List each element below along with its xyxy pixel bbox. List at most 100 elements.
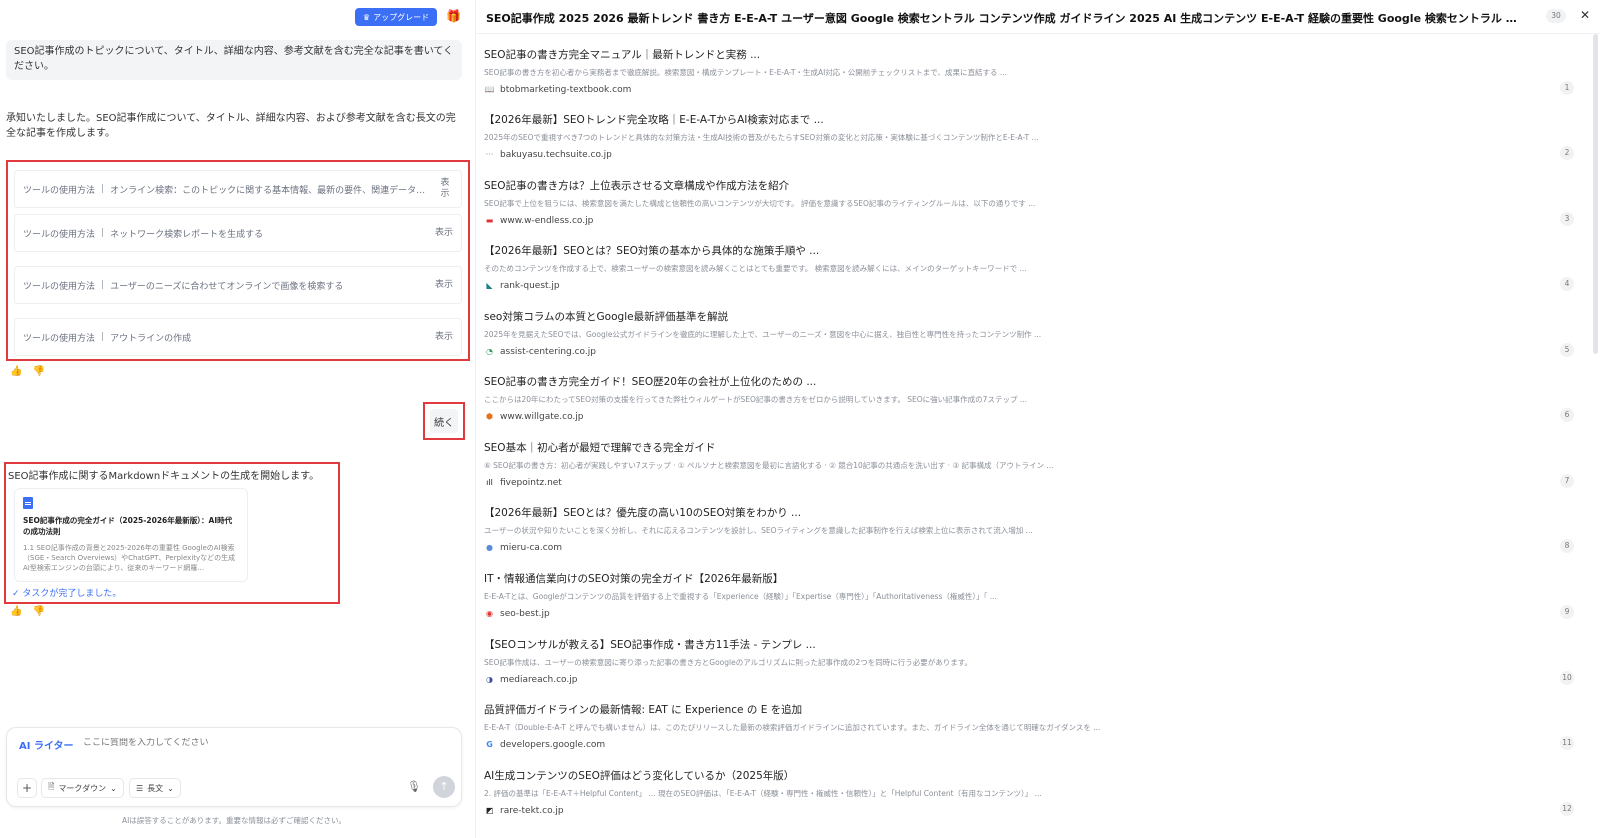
- result-title[interactable]: IT・情報通信業向けのSEO対策の完全ガイド【2026年最新版】: [484, 571, 1574, 586]
- length-select[interactable]: ☰ 長文 ⌄: [129, 778, 181, 798]
- chat-input[interactable]: [83, 738, 383, 748]
- close-icon[interactable]: ✕: [1580, 8, 1590, 22]
- results-count-badge: 30: [1546, 9, 1566, 23]
- search-result[interactable]: 【2026年最新】SEOトレンド完全攻略｜E-E-A-TからAI検索対応まで .…: [484, 112, 1574, 172]
- search-result[interactable]: 品質評価ガイドラインの最新情報: EAT に Experience の E を追…: [484, 702, 1574, 762]
- result-title[interactable]: SEO記事の書き方は？上位表示させる文章構成や作成方法を紹介: [484, 178, 1574, 193]
- feedback-actions: 👍 👎: [10, 366, 45, 377]
- result-domain: fivepointz.net: [500, 477, 562, 488]
- favicon-icon: ⬢: [486, 412, 493, 421]
- divider: [476, 33, 1600, 34]
- crown-icon: ♛: [362, 12, 371, 22]
- result-index: 6: [1560, 408, 1574, 422]
- search-result[interactable]: SEO記事の書き方完全ガイド！SEO歴20年の会社が上位化のための ... ここ…: [484, 374, 1574, 434]
- tool-usage-label: ツールの使用方法: [23, 281, 96, 292]
- result-title[interactable]: 【2026年最新】SEOとは？SEO対策の基本から具体的な施策手順や ...: [484, 243, 1574, 258]
- tool-usage-desc: ユーザーのニーズに合わせてオンラインで画像を検索する: [110, 281, 344, 292]
- search-result[interactable]: 【2026年最新】SEOとは？SEO対策の基本から具体的な施策手順や ... そ…: [484, 243, 1574, 303]
- list-icon: ☰: [136, 783, 144, 793]
- tool-usage-item[interactable]: ツールの使用方法 | オンライン検索：このトピックに関する基本情報、最新の要件、…: [14, 170, 462, 208]
- chat-panel: ♛ アップグレード 🎁 SEO記事作成のトピックについて、タイトル、詳細な内容、…: [0, 0, 470, 838]
- result-index: 7: [1560, 474, 1574, 488]
- result-snippet: E-E-A-T（Double-E-A-T と呼んでも構いません）は、このたびリリ…: [484, 723, 1101, 732]
- document-generation-group: SEO記事作成に関するMarkdownドキュメントの生成を開始します。 SEO記…: [4, 462, 340, 604]
- result-index: 8: [1560, 539, 1574, 553]
- search-result[interactable]: AI生成コンテンツのSEO評価はどう変化しているか（2025年版） 2. 評価の…: [484, 768, 1574, 828]
- show-button[interactable]: 表示: [437, 178, 453, 200]
- document-title: SEO記事作成の完全ガイド（2025-2026年最新版）：AI時代の成功法則: [23, 516, 233, 536]
- result-title[interactable]: SEO記事の書き方完全ガイド！SEO歴20年の会社が上位化のための ...: [484, 374, 1574, 389]
- favicon-icon: 📖: [484, 85, 495, 94]
- result-index: 3: [1560, 212, 1574, 226]
- result-index: 1: [1560, 81, 1574, 95]
- tool-usage-item[interactable]: ツールの使用方法 | ユーザーのニーズに合わせてオンラインで画像を検索する 表示: [14, 266, 462, 304]
- microphone-icon[interactable]: 🎙: [407, 780, 421, 793]
- tool-usage-label: ツールの使用方法: [23, 185, 96, 196]
- result-title[interactable]: 【2026年最新】SEOトレンド完全攻略｜E-E-A-TからAI検索対応まで .…: [484, 112, 1574, 127]
- show-button[interactable]: 表示: [435, 280, 453, 291]
- search-result[interactable]: 【SEOコンサルが教える】SEO記事作成・書き方11手法 - テンプレ ... …: [484, 637, 1574, 697]
- ai-writer-mode[interactable]: AI ライター: [19, 737, 74, 752]
- result-snippet: SEO記事の書き方を初心者から実務者まで徹底解説。検索意図・構成テンプレート・E…: [484, 68, 1008, 77]
- format-select[interactable]: 🗎 マークダウン ⌄: [41, 778, 124, 798]
- search-result[interactable]: SEO記事の書き方完全マニュアル｜最新トレンドと実務 ... SEO記事の書き方…: [484, 47, 1574, 107]
- document-preview: 1.1 SEO記事作成の背景と2025-2026年の重要性 GoogleのAI検…: [23, 544, 236, 572]
- upgrade-button[interactable]: ♛ アップグレード: [355, 8, 437, 26]
- result-title[interactable]: 【2026年最新】SEOとは？優先度の高い10のSEO対策をわかり ...: [484, 505, 1574, 520]
- result-domain: bakuyasu.techsuite.co.jp: [500, 149, 612, 160]
- favicon-icon: ●: [486, 543, 493, 552]
- search-result[interactable]: SEO基本｜初心者が最短で理解できる完全ガイド ⑥ SEO記事の書き方：初心者が…: [484, 440, 1574, 500]
- result-index: 4: [1560, 277, 1574, 291]
- scrollbar[interactable]: [1593, 34, 1598, 354]
- result-index: 11: [1560, 736, 1574, 750]
- result-title[interactable]: SEO記事の書き方完全マニュアル｜最新トレンドと実務 ...: [484, 47, 1574, 62]
- show-button[interactable]: 表示: [435, 332, 453, 343]
- search-result[interactable]: SEO記事の書き方は？上位表示させる文章構成や作成方法を紹介 SEO記事で上位を…: [484, 178, 1574, 238]
- result-snippet: 2025年を見据えたSEOでは、Google公式ガイドラインを徹底的に理解した上…: [484, 330, 1042, 339]
- result-domain: assist-centering.co.jp: [500, 346, 596, 357]
- separator: |: [101, 228, 105, 238]
- result-title[interactable]: SEO基本｜初心者が最短で理解できる完全ガイド: [484, 440, 1574, 455]
- document-card[interactable]: SEO記事作成の完全ガイド（2025-2026年最新版）：AI時代の成功法則 1…: [14, 488, 248, 582]
- search-result[interactable]: 【2026年最新】SEOとは？優先度の高い10のSEO対策をわかり ... ユー…: [484, 505, 1574, 565]
- result-domain: rank-quest.jp: [500, 280, 560, 291]
- tool-usage-item[interactable]: ツールの使用方法 | ネットワーク検索レポートを生成する 表示: [14, 214, 462, 252]
- result-title[interactable]: seo対策コラムの本質とGoogle最新評価基準を解説: [484, 309, 1574, 324]
- continue-highlight: 続く: [423, 402, 465, 440]
- chevron-down-icon: ⌄: [167, 783, 174, 793]
- result-snippet: SEO記事で上位を狙うには、検索意図を満たした構成と信頼性の高いコンテンツが大切…: [484, 199, 1036, 208]
- disclaimer: AIは誤答することがあります。重要な情報は必ずご確認ください。: [121, 816, 347, 825]
- continue-button[interactable]: 続く: [430, 409, 458, 433]
- result-index: 5: [1560, 343, 1574, 357]
- tool-usage-item[interactable]: ツールの使用方法 | アウトラインの作成 表示: [14, 318, 462, 356]
- thumbs-down-icon[interactable]: 👎: [32, 366, 44, 377]
- result-snippet: 2. 評価の基準は「E-E-A-T＋Helpful Content」 ... 現…: [484, 789, 1042, 798]
- thumbs-up-icon[interactable]: 👍: [10, 366, 22, 377]
- result-index: 10: [1560, 671, 1574, 685]
- show-button[interactable]: 表示: [435, 228, 453, 239]
- search-result[interactable]: seo対策コラムの本質とGoogle最新評価基準を解説 2025年を見据えたSE…: [484, 309, 1574, 369]
- result-title[interactable]: 品質評価ガイドラインの最新情報: EAT に Experience の E を追…: [484, 702, 1574, 717]
- thumbs-up-icon[interactable]: 👍: [10, 606, 22, 617]
- assistant-message: 承知いたしました。SEO記事作成について、タイトル、詳細な内容、および参考文献を…: [6, 113, 456, 139]
- add-attachment-button[interactable]: +: [17, 778, 37, 798]
- favicon-icon: ◔: [486, 347, 493, 356]
- search-result[interactable]: IT・情報通信業向けのSEO対策の完全ガイド【2026年最新版】 E-E-A-T…: [484, 571, 1574, 631]
- result-title[interactable]: AI生成コンテンツのSEO評価はどう変化しているか（2025年版）: [484, 768, 1574, 783]
- check-icon: ✓: [12, 589, 20, 599]
- result-domain: btobmarketing-textbook.com: [500, 84, 632, 95]
- panel-title: SEO記事作成 2025 2026 最新トレンド 書き方 E-E-A-T ユーザ…: [486, 12, 1526, 25]
- upgrade-label: アップグレード: [373, 12, 430, 22]
- result-index: 2: [1560, 146, 1574, 160]
- tool-usage-desc: ネットワーク検索レポートを生成する: [110, 229, 264, 240]
- gift-icon[interactable]: 🎁: [446, 10, 461, 23]
- result-domain: www.willgate.co.jp: [500, 411, 584, 422]
- task-status-label: タスクが完了しました。: [22, 589, 122, 599]
- length-label: 長文: [147, 783, 164, 793]
- result-snippet: ここからは20年にわたってSEO対策の支援を行ってきた弊社ウィルゲートがSEO記…: [484, 395, 1027, 404]
- thumbs-down-icon[interactable]: 👎: [32, 606, 44, 617]
- send-button[interactable]: ↑: [433, 776, 455, 798]
- result-title[interactable]: 【SEOコンサルが教える】SEO記事作成・書き方11手法 - テンプレ ...: [484, 637, 1574, 652]
- result-snippet: E-E-A-Tとは、Googleがコンテンツの品質を評価する上で重視する「Exp…: [484, 592, 997, 601]
- favicon-icon: ▬: [485, 216, 494, 225]
